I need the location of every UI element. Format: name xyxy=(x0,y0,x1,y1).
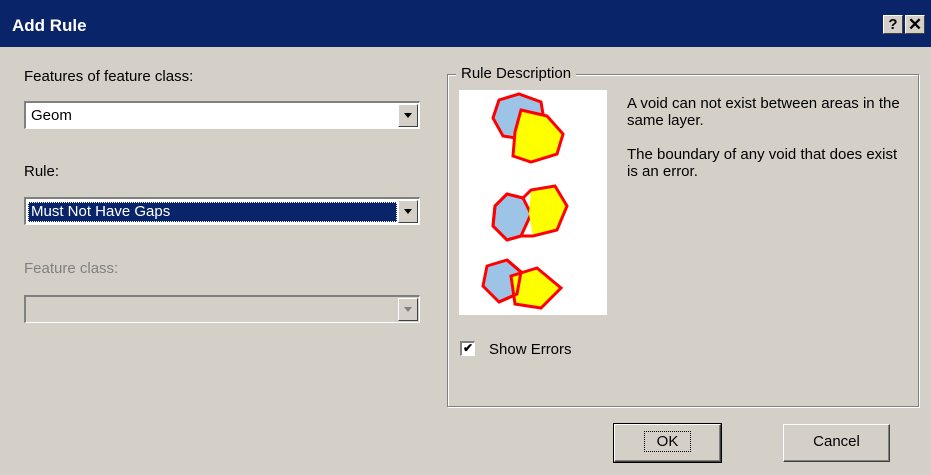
show-errors-checkbox[interactable]: ✔ xyxy=(460,341,475,356)
title-bar: Add Rule ? ✕ xyxy=(0,0,931,47)
rule-illustration xyxy=(459,90,607,315)
window-title: Add Rule xyxy=(12,16,87,35)
feature-class-combo xyxy=(24,295,420,323)
close-icon: ✕ xyxy=(907,15,923,34)
rule-description-legend: Rule Description xyxy=(456,65,577,82)
rule-description-text: A void can not exist between areas in th… xyxy=(627,95,907,197)
features-combo[interactable]: Geom xyxy=(24,101,420,129)
cancel-button-label: Cancel xyxy=(813,433,860,450)
illustration-yellow-polygon xyxy=(511,108,565,164)
close-button[interactable]: ✕ xyxy=(905,15,925,34)
illustration-yellow-polygon xyxy=(529,186,567,236)
checkmark-icon: ✔ xyxy=(462,341,474,355)
rule-description-paragraph: The boundary of any void that does exist… xyxy=(627,146,898,180)
help-icon: ? xyxy=(888,16,898,33)
show-errors-label[interactable]: Show Errors xyxy=(489,341,572,358)
cancel-button[interactable]: Cancel xyxy=(783,424,890,462)
ok-button-label: OK xyxy=(643,431,692,452)
features-label: Features of feature class: xyxy=(24,68,194,85)
features-combo-value: Geom xyxy=(31,107,72,124)
rule-label: Rule: xyxy=(24,163,60,180)
rule-description-paragraph: A void can not exist between areas in th… xyxy=(627,95,900,129)
rule-combo-value: Must Not Have Gaps xyxy=(28,202,397,222)
feature-class-combo-value xyxy=(28,300,34,320)
chevron-down-icon[interactable] xyxy=(398,104,418,127)
ok-button[interactable]: OK xyxy=(613,423,722,463)
rule-combo[interactable]: Must Not Have Gaps xyxy=(24,197,420,225)
help-button[interactable]: ? xyxy=(883,15,903,34)
chevron-down-icon[interactable] xyxy=(398,200,418,223)
feature-class-label: Feature class: xyxy=(24,260,119,277)
polygon-illustration-icon xyxy=(481,92,569,310)
chevron-down-icon xyxy=(398,298,418,321)
